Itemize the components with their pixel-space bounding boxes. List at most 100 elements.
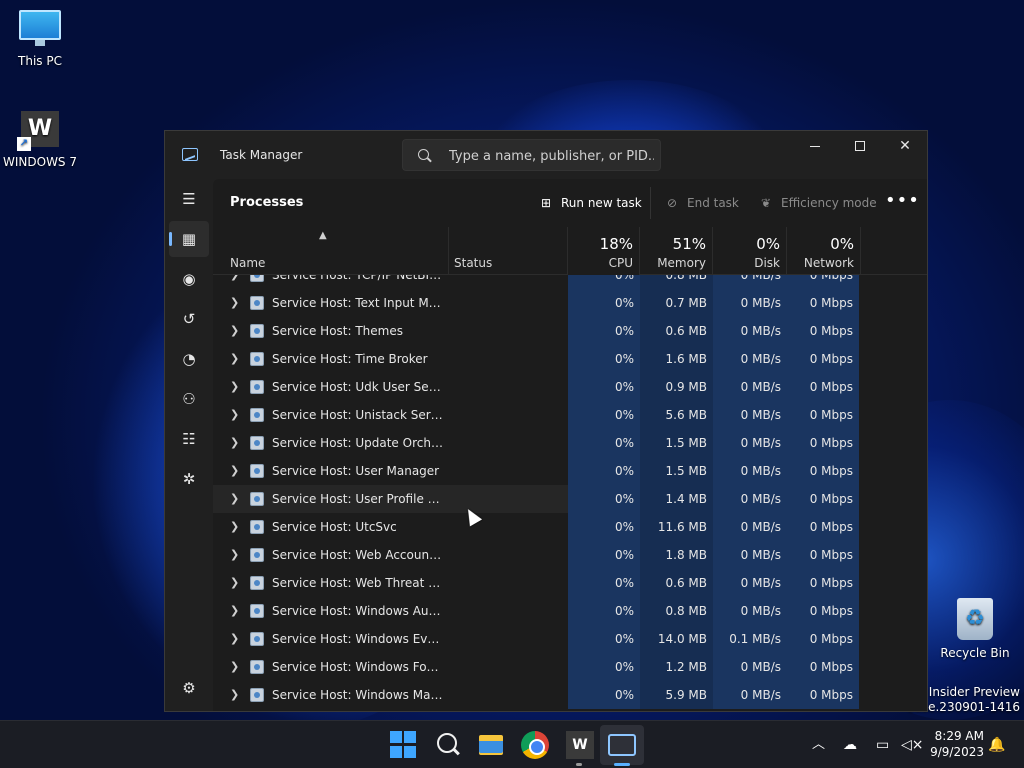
process-cpu: 0% [568,597,640,625]
nav-processes[interactable]: ▦ [169,221,209,257]
maximize-button[interactable] [837,131,883,161]
minimize-icon [810,145,820,147]
column-header-status[interactable]: Status [449,227,568,275]
process-network: 0 Mbps [787,681,859,709]
expand-chevron-icon[interactable]: ❯ [230,345,242,373]
end-task-button[interactable]: ⊘ End task [663,191,739,215]
table-row[interactable]: ❯ Service Host: Text Input Mana... 0% 0.7 M… [213,289,859,317]
search-box[interactable] [402,139,661,171]
processes-icon: ▦ [181,230,197,248]
desktop-icon-recycle-bin[interactable]: ♻ Recycle Bin [935,598,1015,660]
close-button[interactable]: ✕ [882,131,927,161]
process-disk: 0.1 MB/s [713,625,787,653]
expand-chevron-icon[interactable]: ❯ [230,541,242,569]
process-network: 0 Mbps [787,513,859,541]
end-task-icon: ⊘ [666,196,678,210]
desktop-icon-windows7[interactable]: W ↗ WINDOWS 7 [0,111,80,169]
process-network: 0 Mbps [787,597,859,625]
expand-chevron-icon[interactable]: ❯ [230,653,242,681]
expand-chevron-icon[interactable]: ❯ [230,401,242,429]
table-row[interactable]: ❯ Service Host: Windows Event ... 0% 14.0 M… [213,625,859,653]
table-row[interactable]: ❯ Service Host: Web Threat Defe... 0%0.6 M… [213,569,859,597]
process-name: Service Host: Time Broker [272,352,428,366]
process-network: 0 Mbps [787,317,859,345]
column-label: CPU [608,256,633,270]
users-icon: ⚇ [182,390,196,408]
process-cpu: 0% [568,275,640,289]
start-button[interactable] [390,731,418,759]
nav-settings[interactable]: ⚙ [169,670,209,706]
expand-chevron-icon[interactable]: ❯ [230,597,242,625]
table-row[interactable]: ❯ Service Host: Themes 0% 0.6 MB 0 MB/s 0 Mbp… [213,317,859,345]
expand-chevron-icon[interactable]: ❯ [230,317,242,345]
desktop-icon-this-pc[interactable]: This PC [0,10,80,68]
table-row[interactable]: ❯ Service Host: Time Broker 0% 1.6 MB 0 MB/s… [213,345,859,373]
process-name: Service Host: Windows Event ... [272,632,444,646]
title-bar[interactable]: Task Manager ✕ [165,131,927,179]
nav-startup-apps[interactable]: ◔ [169,341,209,377]
process-memory: 1.4 MB [640,485,713,513]
hamburger-menu-button[interactable]: ☰ [169,181,209,217]
file-explorer-icon[interactable] [478,731,506,759]
process-name: Service Host: UtcSvc [272,520,397,534]
service-host-icon [250,576,264,590]
chrome-icon[interactable] [521,731,549,759]
running-indicator [576,763,582,766]
notification-bell-icon[interactable]: 🔔 [988,721,1005,768]
expand-chevron-icon[interactable]: ❯ [230,485,242,513]
expand-chevron-icon[interactable]: ❯ [230,513,242,541]
taskbar-w-app-icon[interactable]: W [566,731,594,759]
expand-chevron-icon[interactable]: ❯ [230,457,242,485]
table-row[interactable]: ❯ Service Host: TCP/IP NetBIOS ... 0% 0.… [213,275,859,289]
expand-chevron-icon[interactable]: ❯ [230,429,242,457]
volume-muted-icon[interactable]: ◁× [901,721,924,768]
task-manager-icon [182,148,198,161]
end-task-label: End task [687,196,739,210]
expand-chevron-icon[interactable]: ❯ [230,373,242,401]
table-row[interactable]: ❯ Service Host: Update Orchestr... 0%1.5 M… [213,429,859,457]
network-icon[interactable]: ▭ [876,721,889,768]
table-row[interactable]: ❯ Service Host: User Manager 0% 1.5 MB 0 MB/… [213,457,859,485]
table-row[interactable]: ❯ Service Host: Unistack Service ... 0%5.6… [213,401,859,429]
table-row[interactable]: ❯ Service Host: Windows Audio ... 0% 0.8 MB… [213,597,859,625]
column-header-disk[interactable]: 0% Disk [713,227,787,275]
column-header-cpu[interactable]: 18% CPU [568,227,640,275]
nav-services[interactable]: ✲ [169,461,209,497]
monitor-icon [19,10,61,46]
expand-chevron-icon[interactable]: ❯ [230,625,242,653]
process-network: 0 Mbps [787,373,859,401]
clock-time: 8:29 AM [934,729,984,743]
table-row[interactable]: ❯ Service Host: Udk User Service... 0%0.9 … [213,373,859,401]
service-host-icon [250,352,264,366]
process-network: 0 Mbps [787,289,859,317]
process-memory: 1.2 MB [640,653,713,681]
expand-chevron-icon[interactable]: ❯ [230,275,242,289]
nav-performance[interactable]: ◉ [169,261,209,297]
taskbar-search-icon[interactable] [434,731,462,759]
column-header-memory[interactable]: 51% Memory [640,227,713,275]
nav-app-history[interactable]: ↺ [169,301,209,337]
run-new-task-button[interactable]: ⊞ Run new task [537,191,642,215]
chevron-up-icon[interactable]: ︿ [812,721,825,768]
table-row[interactable]: ❯Service Host: Windows Manag...0%5.9 MB0… [213,681,859,709]
search-input[interactable] [449,147,654,165]
table-row[interactable]: ❯ Service Host: User Profile Servi... 0%1.… [213,485,859,513]
minimize-button[interactable] [792,131,838,161]
column-header-network[interactable]: 0% Network [787,227,861,275]
more-options-button[interactable]: ••• [885,191,920,211]
expand-chevron-icon[interactable]: ❯ [230,681,242,709]
nav-users[interactable]: ⚇ [169,381,209,417]
table-row[interactable]: ❯ Service Host: Web Account M... 0% 1.8 MB 0… [213,541,859,569]
nav-details[interactable]: ☷ [169,421,209,457]
system-clock[interactable]: 8:29 AM 9/9/2023 [926,728,984,760]
process-disk: 0 MB/s [713,597,787,625]
clock-date: 9/9/2023 [930,745,984,759]
column-header-name[interactable]: ▲ Name [213,227,449,275]
table-row[interactable]: ❯ Service Host: UtcSvc 0% 11.6 MB 0 MB/s 0 Mb… [213,513,859,541]
efficiency-mode-button[interactable]: ❦ Efficiency mode [757,191,877,215]
table-row[interactable]: ❯ Service Host: Windows Font C... 0% 1.2 MB… [213,653,859,681]
expand-chevron-icon[interactable]: ❯ [230,289,242,317]
cloud-icon[interactable]: ☁ [843,721,857,768]
recycle-bin-icon: ♻ [957,598,993,640]
expand-chevron-icon[interactable]: ❯ [230,569,242,597]
